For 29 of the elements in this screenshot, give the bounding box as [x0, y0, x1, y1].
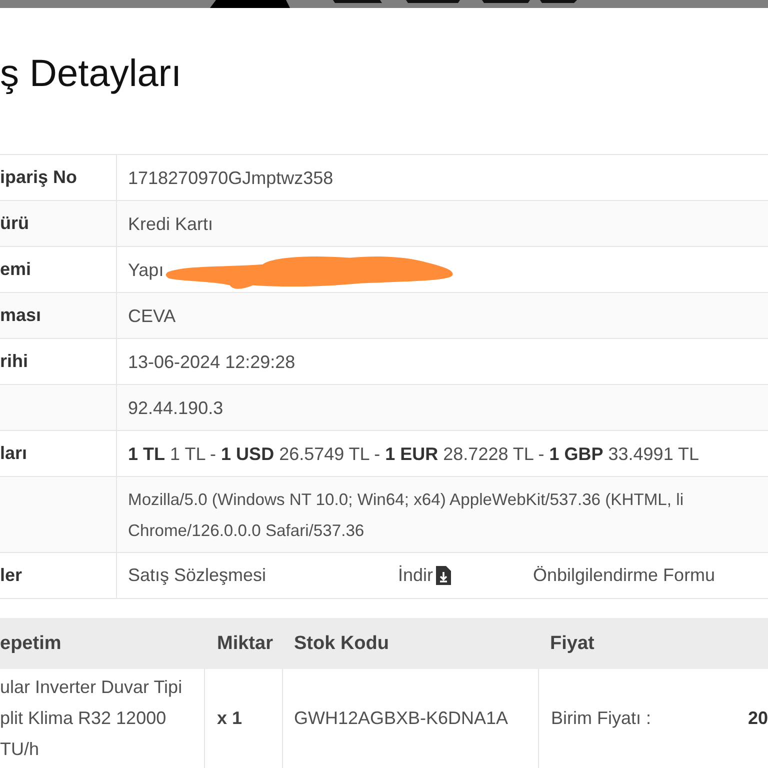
price-value: 20	[748, 708, 768, 729]
product-name: ular Inverter Duvar Tipi plit Klima R32 12000 TU/h	[0, 676, 182, 761]
detail-value: CEVA	[128, 304, 176, 326]
column-header: Fiyat	[549, 632, 596, 654]
document-title: Satış Sözleşmesi	[128, 565, 268, 586]
detail-label: rihi	[0, 351, 28, 372]
file-download-icon	[436, 566, 452, 585]
detail-label: ler	[0, 565, 22, 586]
download-link[interactable]: İndir	[398, 565, 452, 586]
quantity: x 1	[217, 708, 242, 729]
detail-label: ları	[0, 443, 28, 464]
detail-label: emi	[0, 259, 32, 280]
column-header: epetim	[0, 632, 62, 654]
detail-value: Mozilla/5.0 (Windows NT 10.0; Win64; x64) AppleWebKit/537.36 (KHTML, li Chrome/126.0.0.0 Safari/537.36	[128, 488, 684, 542]
detail-value: Kredi Kartı	[128, 212, 214, 234]
detail-value: 92.44.190.3	[128, 396, 224, 418]
column-header: Stok Kodu	[293, 632, 390, 654]
detail-value: 1718270970GJmptwz358	[128, 166, 334, 188]
document-title: Önbilgilendirme Formu	[533, 565, 716, 586]
detail-value: Yapı	[128, 258, 164, 280]
column-header: Miktar	[216, 632, 274, 654]
detail-value: 1 TL 1 TL - 1 USD 26.5749 TL - 1 EUR 28.7228 TL - 1 GBP 33.4991 TL	[128, 442, 700, 464]
stock-code: GWH12AGBXB-K6DNA1A	[294, 708, 508, 729]
detail-label: ması	[0, 305, 42, 326]
price-label: Birim Fiyatı :	[551, 708, 652, 729]
detail-label: ürü	[0, 213, 29, 234]
page-title: ş Detayları	[0, 52, 183, 96]
detail-label: ipariş No	[0, 167, 78, 188]
detail-value: 13-06-2024 12:29:28	[128, 350, 296, 372]
